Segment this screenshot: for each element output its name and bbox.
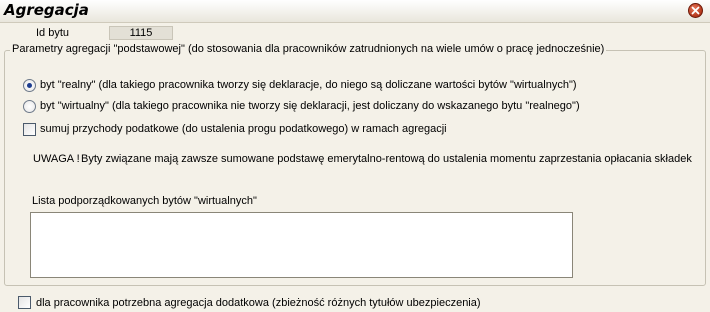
sum-income-checkbox[interactable] <box>23 123 36 136</box>
group-legend: Parametry agregacji "podstawowej" (do st… <box>10 43 607 56</box>
warning-prefix: UWAGA ! <box>33 153 80 165</box>
radio-real-label[interactable]: byt "realny" (dla takiego pracownika two… <box>40 79 577 92</box>
title-bar: Agregacja <box>0 0 710 23</box>
window-title: Agregacja <box>4 1 89 19</box>
virtual-list-label: Lista podporządkowanych bytów "wirtualny… <box>32 195 257 207</box>
close-icon[interactable] <box>688 3 703 18</box>
sum-income-label[interactable]: sumuj przychody podatkowe (do ustalenia … <box>40 123 447 136</box>
close-x-glyph <box>691 6 700 15</box>
warning-text: Byty związane mają zawsze sumowane podst… <box>81 153 692 165</box>
radio-real[interactable] <box>23 79 36 92</box>
additional-aggregation-checkbox[interactable] <box>18 296 31 309</box>
radio-virtual-label[interactable]: byt "wirtualny" (dla takiego pracownika … <box>40 100 580 113</box>
radio-virtual[interactable] <box>23 100 36 113</box>
virtual-list-box[interactable] <box>30 212 573 278</box>
id-value-field: 1115 <box>109 26 173 40</box>
id-label: Id bytu <box>36 27 70 39</box>
additional-aggregation-label[interactable]: dla pracownika potrzebna agregacja dodat… <box>36 297 481 310</box>
